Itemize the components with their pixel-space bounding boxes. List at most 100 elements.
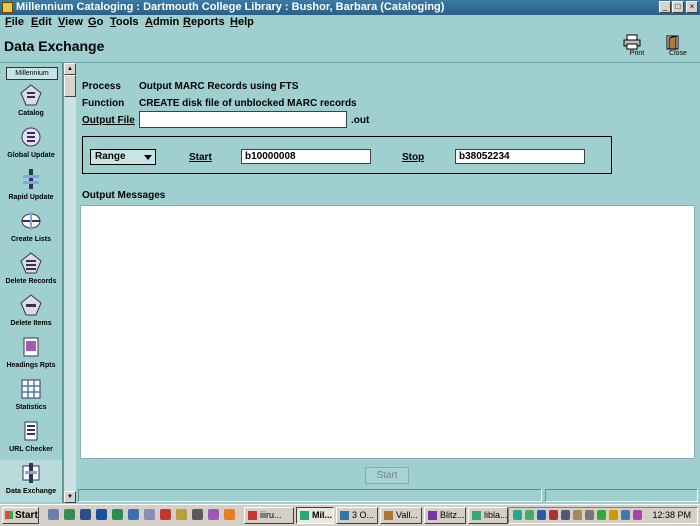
sidebar-scrollbar[interactable]: ▲ ▼ bbox=[63, 63, 76, 503]
quicklaunch-word-icon[interactable] bbox=[96, 509, 107, 520]
scroll-up-arrow-icon[interactable]: ▲ bbox=[64, 63, 76, 75]
taskbar-button-iiiru[interactable]: iiiru... bbox=[244, 507, 294, 524]
sidebar-item-url-checker[interactable]: URL Checker bbox=[0, 418, 62, 460]
quicklaunch-media-icon[interactable] bbox=[208, 509, 219, 520]
scroll-down-arrow-icon[interactable]: ▼ bbox=[64, 491, 76, 503]
quicklaunch-browser-icon[interactable] bbox=[64, 509, 75, 520]
minimize-button[interactable]: _ bbox=[659, 1, 671, 13]
sidebar-item-label: Global Update bbox=[7, 152, 55, 159]
menu-admin[interactable]: Admin bbox=[145, 16, 179, 28]
sidebar-item-headings-reports[interactable]: Headings Rpts bbox=[0, 334, 62, 376]
quicklaunch-ie-icon[interactable] bbox=[128, 509, 139, 520]
quicklaunch-excel-icon[interactable] bbox=[112, 509, 123, 520]
sidebar-item-statistics[interactable]: Statistics bbox=[0, 376, 62, 418]
data-exchange-icon bbox=[22, 463, 40, 483]
quicklaunch-tool-icon[interactable] bbox=[192, 509, 203, 520]
window-titlebar: Millennium Cataloging : Dartmouth Colleg… bbox=[0, 0, 700, 15]
menu-edit[interactable]: Edit bbox=[31, 16, 52, 28]
stop-label: Stop bbox=[402, 152, 425, 163]
tray-power-icon[interactable] bbox=[609, 510, 618, 520]
sidebar-item-delete-items[interactable]: Delete Items bbox=[0, 292, 62, 334]
sidebar-item-global-update[interactable]: Global Update bbox=[0, 124, 62, 166]
sidebar-item-data-exchange[interactable]: Data Exchange bbox=[0, 460, 62, 502]
tray-signal-icon[interactable] bbox=[597, 510, 606, 520]
function-label: Function bbox=[82, 98, 125, 109]
headings-reports-icon bbox=[23, 337, 39, 357]
window-icon bbox=[248, 511, 257, 520]
range-select-value: Range bbox=[95, 151, 126, 162]
sidebar-item-label: Rapid Update bbox=[8, 194, 54, 201]
sidebar-item-catalog[interactable]: Catalog bbox=[0, 82, 62, 124]
menu-go[interactable]: Go bbox=[88, 16, 103, 28]
sidebar-item-label: Delete Items bbox=[10, 320, 52, 327]
status-segment-main bbox=[78, 489, 542, 502]
sidebar-item-rapid-update[interactable]: Rapid Update bbox=[0, 166, 62, 208]
sidebar-item-label: Delete Records bbox=[5, 278, 57, 285]
tray-antivirus-icon[interactable] bbox=[537, 510, 546, 520]
menu-reports[interactable]: Reports bbox=[183, 16, 225, 28]
quicklaunch-app-icon[interactable] bbox=[144, 509, 155, 520]
taskbar-clock: 12:38 PM bbox=[652, 510, 691, 520]
rapid-update-icon bbox=[23, 169, 39, 189]
menu-view[interactable]: View bbox=[58, 16, 83, 28]
taskbar-button-3-outlook[interactable]: 3 O... bbox=[336, 507, 378, 524]
window-icon bbox=[472, 511, 481, 520]
maximize-button[interactable]: □ bbox=[672, 1, 684, 13]
sidebar-item-label: Headings Rpts bbox=[6, 362, 56, 369]
window-icon bbox=[428, 511, 437, 520]
output-file-input[interactable] bbox=[139, 111, 347, 128]
print-button[interactable]: Print bbox=[622, 34, 652, 60]
sidebar-item-create-lists[interactable]: Create Lists bbox=[0, 208, 62, 250]
quicklaunch-acrobat-icon[interactable] bbox=[160, 509, 171, 520]
chevron-down-icon bbox=[144, 155, 152, 160]
scroll-thumb[interactable] bbox=[64, 75, 76, 97]
tray-monitor-icon[interactable] bbox=[585, 510, 594, 520]
tray-sync-icon[interactable] bbox=[573, 510, 582, 520]
start-label: Start bbox=[189, 152, 212, 163]
stop-input[interactable]: b38052234 bbox=[455, 149, 585, 164]
tray-app-icon[interactable] bbox=[561, 510, 570, 520]
status-bar bbox=[76, 489, 700, 503]
menu-file[interactable]: File bbox=[5, 16, 24, 28]
process-label: Process bbox=[82, 81, 121, 92]
quicklaunch-outlook-icon[interactable] bbox=[80, 509, 91, 520]
sidebar-item-label: Data Exchange bbox=[5, 488, 57, 495]
quicklaunch-folder-icon[interactable] bbox=[224, 509, 235, 520]
system-tray: 12:38 PM bbox=[508, 507, 698, 524]
window-icon bbox=[340, 511, 349, 520]
taskbar-button-millennium[interactable]: Mil... bbox=[296, 507, 334, 524]
tray-alert-icon[interactable] bbox=[549, 510, 558, 520]
tray-volume-icon[interactable] bbox=[621, 510, 630, 520]
status-segment-secondary bbox=[545, 489, 698, 502]
start-button[interactable]: Start bbox=[365, 467, 409, 484]
sidebar: Millennium Catalog Global Update Rapid U… bbox=[0, 63, 63, 503]
output-file-label: Output File bbox=[82, 115, 135, 126]
menu-help[interactable]: Help bbox=[230, 16, 254, 28]
quicklaunch-desktop-icon[interactable] bbox=[48, 509, 59, 520]
create-lists-icon bbox=[21, 212, 41, 230]
taskbar-button-blitz[interactable]: Blitz... bbox=[424, 507, 466, 524]
quicklaunch-notes-icon[interactable] bbox=[176, 509, 187, 520]
start-input[interactable]: b10000008 bbox=[241, 149, 371, 164]
taskbar: Start iiiru... Mil... 3 O... Vall... Bli… bbox=[0, 504, 700, 526]
taskbar-button-vall[interactable]: Vall... bbox=[380, 507, 422, 524]
tray-messenger-icon[interactable] bbox=[633, 510, 642, 520]
delete-records-icon bbox=[20, 252, 42, 274]
close-door-icon bbox=[666, 35, 679, 50]
tray-security-icon[interactable] bbox=[525, 510, 534, 520]
global-update-icon bbox=[21, 127, 41, 147]
range-select[interactable]: Range bbox=[90, 149, 156, 165]
url-checker-icon bbox=[24, 421, 38, 441]
window-title: Millennium Cataloging : Dartmouth Colleg… bbox=[16, 1, 445, 13]
taskbar-button-libla[interactable]: libla... bbox=[468, 507, 508, 524]
output-messages-area[interactable] bbox=[80, 205, 695, 459]
tray-network-icon[interactable] bbox=[513, 510, 522, 520]
menu-tools[interactable]: Tools bbox=[110, 16, 139, 28]
sidebar-heading[interactable]: Millennium bbox=[6, 67, 58, 80]
start-menu-button[interactable]: Start bbox=[2, 507, 39, 524]
page-title: Data Exchange bbox=[4, 38, 105, 54]
close-window-button[interactable]: × bbox=[686, 1, 698, 13]
close-button[interactable]: Close bbox=[663, 34, 693, 60]
sidebar-item-delete-records[interactable]: Delete Records bbox=[0, 250, 62, 292]
output-messages-label: Output Messages bbox=[82, 190, 166, 201]
